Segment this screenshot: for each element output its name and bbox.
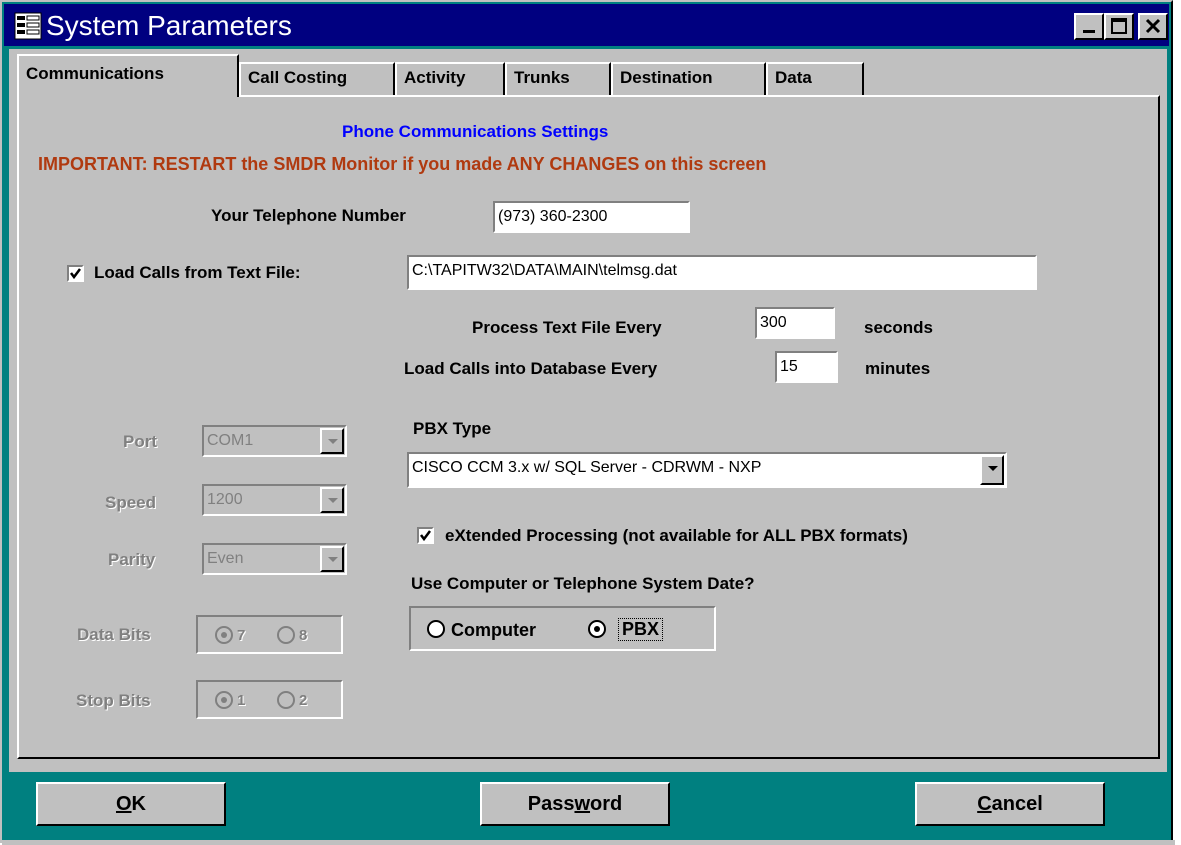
cancel-button[interactable]: Cancel [915, 782, 1105, 826]
tab-data[interactable]: Data [766, 62, 864, 95]
checkmark-icon [70, 268, 81, 280]
tab-call-costing[interactable]: Call Costing [239, 62, 395, 95]
pbx-type-select[interactable]: CISCO CCM 3.x w/ SQL Server - CDRWM - NX… [407, 452, 1007, 488]
stop-bits-2-label: 2 [299, 692, 308, 709]
title-bar[interactable]: System Parameters [4, 4, 1169, 46]
date-pbx-radio[interactable] [588, 620, 606, 638]
text-file-path-input[interactable]: C:\TAPITW32\DATA\MAIN\telmsg.dat [407, 255, 1037, 290]
password-button[interactable]: Password [480, 782, 670, 826]
load-calls-label: Load Calls from Text File: [94, 263, 301, 282]
communications-panel: Phone Communications Settings IMPORTANT:… [17, 95, 1160, 759]
data-bits-group: 7 8 [196, 615, 343, 654]
stop-bits-2-radio[interactable] [277, 691, 295, 709]
minimize-icon [1083, 30, 1095, 33]
password-label-accel: w [574, 793, 591, 815]
tab-activity[interactable]: Activity [395, 62, 505, 95]
process-interval-input[interactable]: 300 [755, 307, 835, 339]
app-form-icon [14, 12, 42, 40]
parity-dropdown-button[interactable] [320, 546, 344, 572]
password-label-pre: Pass [527, 793, 575, 815]
speed-select[interactable]: 1200 [202, 484, 347, 516]
parity-select[interactable]: Even [202, 543, 347, 575]
port-dropdown-button[interactable] [320, 428, 344, 454]
parity-value: Even [207, 550, 244, 567]
process-interval-label: Process Text File Every [472, 318, 662, 337]
chevron-down-icon [328, 498, 338, 503]
stop-bits-label: Stop Bits [76, 691, 151, 710]
data-bits-7-radio[interactable] [215, 626, 233, 644]
system-parameters-window: System Parameters Communications Call Co… [0, 0, 1175, 845]
stop-bits-group: 1 2 [196, 680, 343, 719]
date-source-group: Computer PBX [409, 606, 716, 651]
date-computer-label: Computer [451, 620, 536, 640]
checkmark-icon [420, 530, 431, 542]
port-select[interactable]: COM1 [202, 425, 347, 457]
data-bits-7-label: 7 [237, 627, 246, 644]
chevron-down-icon [328, 439, 338, 444]
tab-destination[interactable]: Destination [611, 62, 766, 95]
speed-dropdown-button[interactable] [320, 487, 344, 513]
date-computer-radio[interactable] [427, 620, 445, 638]
stop-bits-1-radio[interactable] [215, 691, 233, 709]
close-button[interactable] [1138, 13, 1168, 40]
ok-button[interactable]: OK [36, 782, 226, 826]
process-interval-unit: seconds [864, 318, 933, 337]
speed-label: Speed [105, 493, 157, 512]
window-title: System Parameters [46, 10, 292, 41]
load-calls-checkbox[interactable] [67, 265, 84, 282]
minimize-button[interactable] [1074, 13, 1104, 40]
speed-value: 1200 [207, 491, 243, 508]
extended-processing-label: eXtended Processing (not available for A… [445, 526, 908, 545]
stop-bits-1-label: 1 [237, 692, 246, 709]
phone-number-input[interactable]: (973) 360-2300 [493, 201, 690, 233]
pbx-type-label: PBX Type [413, 419, 492, 438]
chevron-down-icon [328, 557, 338, 562]
cancel-label-accel: C [977, 793, 992, 815]
load-db-interval-unit: minutes [865, 359, 931, 378]
ok-label-post: K [131, 793, 146, 815]
date-pbx-label: PBX [618, 618, 664, 641]
phone-number-label: Your Telephone Number [211, 206, 406, 225]
maximize-button[interactable] [1104, 13, 1134, 40]
restart-warning: IMPORTANT: RESTART the SMDR Monitor if y… [38, 154, 767, 174]
load-db-interval-input[interactable]: 15 [775, 351, 838, 383]
port-label: Port [123, 432, 157, 451]
ok-label-accel: O [115, 793, 132, 815]
data-bits-label: Data Bits [77, 625, 151, 644]
extended-processing-checkbox[interactable] [417, 527, 434, 544]
close-icon [1145, 18, 1161, 34]
load-db-interval-label: Load Calls into Database Every [404, 359, 658, 378]
parity-label: Parity [108, 550, 156, 569]
date-source-question: Use Computer or Telephone System Date? [411, 574, 755, 593]
data-bits-8-label: 8 [299, 627, 308, 644]
pbx-dropdown-button[interactable] [980, 455, 1004, 485]
data-bits-8-radio[interactable] [277, 626, 295, 644]
section-title: Phone Communications Settings [342, 122, 609, 141]
maximize-icon [1111, 18, 1127, 34]
chevron-down-icon [988, 466, 998, 471]
tab-trunks[interactable]: Trunks [505, 62, 611, 95]
port-value: COM1 [207, 432, 254, 449]
tab-communications[interactable]: Communications [17, 54, 239, 97]
pbx-type-value: CISCO CCM 3.x w/ SQL Server - CDRWM - NX… [412, 459, 762, 476]
cancel-label-post: ancel [991, 793, 1043, 815]
password-label-post: ord [590, 793, 623, 815]
